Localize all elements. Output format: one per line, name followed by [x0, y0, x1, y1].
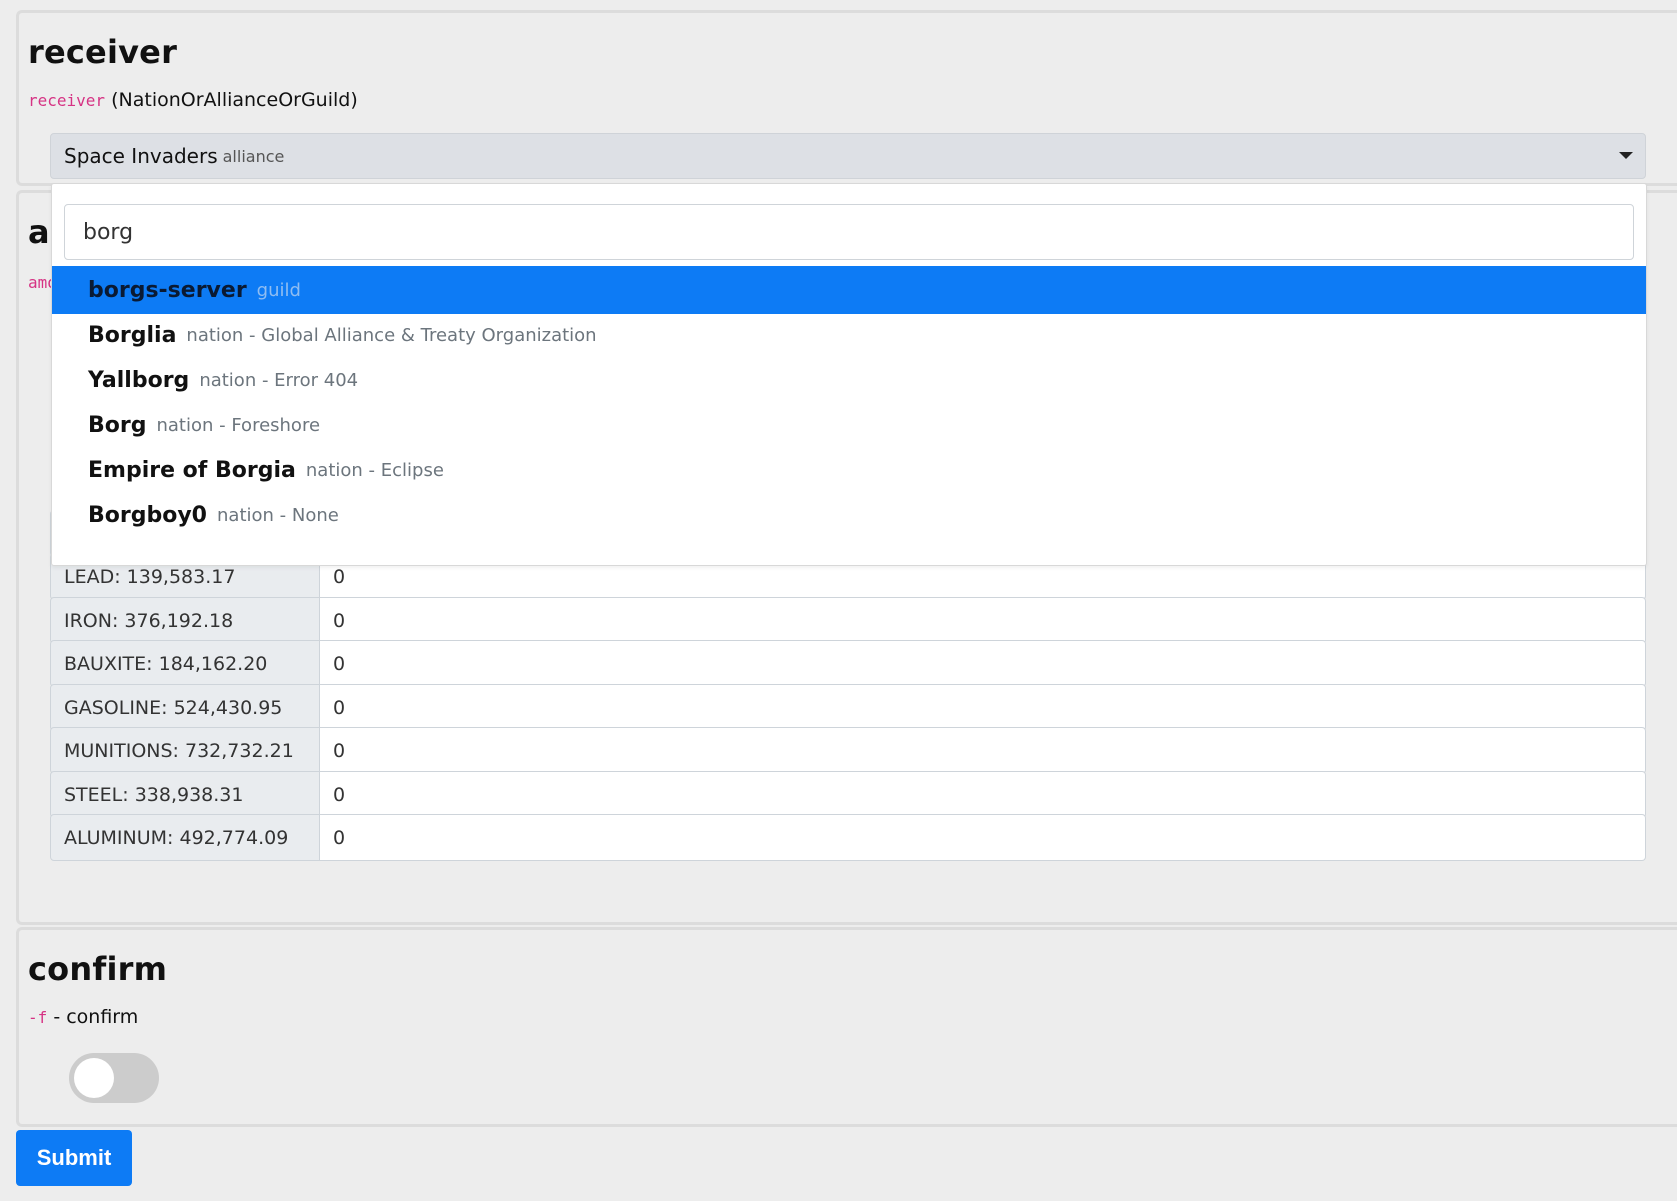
dropdown-option[interactable]: Borglia nation - Global Alliance & Treaty… [52, 311, 1646, 359]
resource-amount-input[interactable]: 0 [320, 771, 1646, 818]
confirm-arg-code: -f [28, 1008, 48, 1027]
dropdown-search-input[interactable]: borg [64, 204, 1634, 260]
resource-row: BAUXITE: 184,162.20 0 [50, 640, 1646, 687]
confirm-arg-desc: - confirm [53, 1006, 139, 1028]
amount-heading: a [28, 213, 50, 251]
dropdown-option[interactable]: borgs-server guild [52, 266, 1646, 314]
receiver-select[interactable]: Space Invaders alliance [50, 133, 1646, 179]
resource-label: BAUXITE: 184,162.20 [50, 640, 320, 687]
option-name: Borglia [88, 322, 177, 348]
option-name: Borg [88, 412, 147, 438]
chevron-down-icon[interactable] [1619, 152, 1633, 159]
option-name: Empire of Borgia [88, 457, 296, 483]
dropdown-option[interactable]: Borgboy0 nation - None [52, 491, 1646, 539]
confirm-heading: confirm [28, 950, 168, 988]
option-meta: guild [256, 279, 301, 301]
resource-label: MUNITIONS: 732,732.21 [50, 727, 320, 774]
receiver-dropdown: borg borgs-server guild Borglia nation - Gl… [51, 183, 1647, 566]
option-name: Yallborg [88, 367, 190, 393]
confirm-arg-description: -f - confirm [28, 1006, 138, 1028]
confirm-toggle[interactable] [69, 1053, 159, 1103]
dropdown-option[interactable]: Empire of Borgia nation - Eclipse [52, 446, 1646, 494]
resource-label: ALUMINUM: 492,774.09 [50, 814, 320, 861]
receiver-arg-description: receiver (NationOrAllianceOrGuild) [28, 89, 358, 111]
resource-row: STEEL: 338,938.31 0 [50, 771, 1646, 818]
resource-label: STEEL: 338,938.31 [50, 771, 320, 818]
resource-label: IRON: 376,192.18 [50, 597, 320, 644]
receiver-selected-type: alliance [222, 146, 285, 166]
resource-row: IRON: 376,192.18 0 [50, 597, 1646, 644]
resource-amount-input[interactable]: 0 [320, 814, 1646, 861]
dropdown-option[interactable]: Borg nation - Foreshore [52, 401, 1646, 449]
option-meta: nation - None [217, 504, 339, 526]
option-meta: nation - Eclipse [305, 459, 444, 481]
option-meta: nation - Global Alliance & Treaty Organi… [186, 324, 597, 346]
confirm-section: confirm -f - confirm [16, 927, 1677, 1127]
submit-button[interactable]: Submit [16, 1130, 132, 1186]
resource-label: GASOLINE: 524,430.95 [50, 684, 320, 731]
toggle-knob [74, 1058, 114, 1098]
resource-row: MUNITIONS: 732,732.21 0 [50, 727, 1646, 774]
dropdown-option[interactable]: Yallborg nation - Error 404 [52, 356, 1646, 404]
option-meta: nation - Error 404 [199, 369, 359, 391]
resource-row: ALUMINUM: 492,774.09 0 [50, 814, 1646, 861]
resource-amount-input[interactable]: 0 [320, 727, 1646, 774]
option-meta: nation - Foreshore [156, 414, 321, 436]
option-name: borgs-server [88, 277, 247, 303]
resource-amount-input[interactable]: 0 [320, 684, 1646, 731]
resource-amount-input[interactable]: 0 [320, 640, 1646, 687]
option-name: Borgboy0 [88, 502, 207, 528]
resource-amount-input[interactable]: 0 [320, 597, 1646, 644]
receiver-heading: receiver [28, 33, 178, 71]
receiver-arg-type: (NationOrAllianceOrGuild) [111, 89, 358, 111]
receiver-arg-code: receiver [28, 91, 106, 110]
resource-row: GASOLINE: 524,430.95 0 [50, 684, 1646, 731]
receiver-selected-name: Space Invaders [64, 144, 218, 168]
